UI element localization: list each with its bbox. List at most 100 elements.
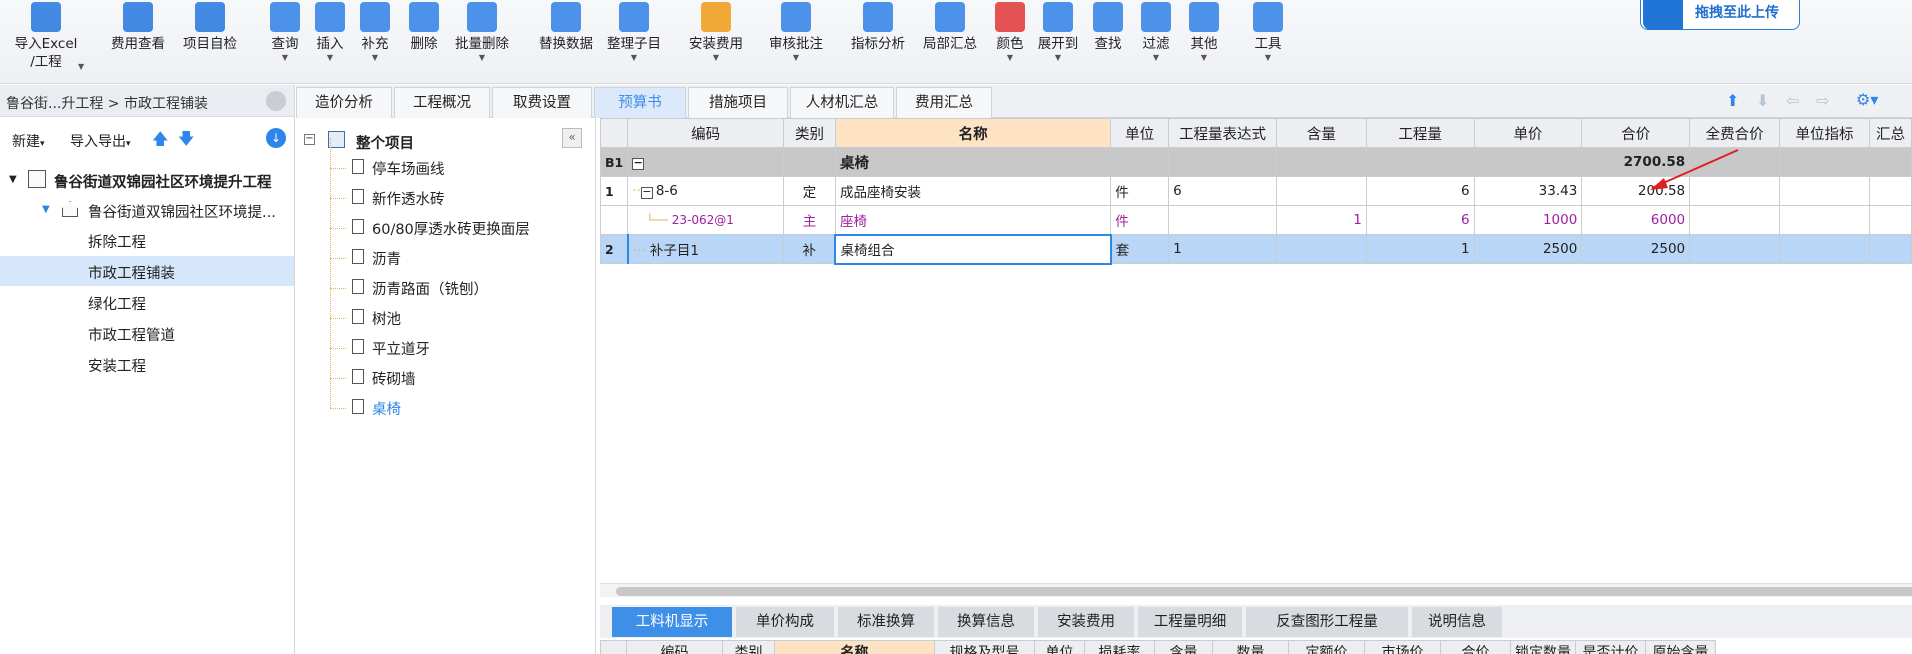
toolbar-organize-button[interactable]: 整理子目 ▼ xyxy=(594,0,674,84)
tab-2[interactable]: 取费设置 xyxy=(492,87,592,118)
cell-price[interactable]: 1000 xyxy=(1473,205,1583,235)
toolbar-tool-button[interactable]: 工具 ▼ xyxy=(1228,0,1308,84)
column-header[interactable]: 单位 xyxy=(1110,118,1170,148)
cell-summary[interactable] xyxy=(1868,234,1912,264)
row-number-cell[interactable]: B1 xyxy=(599,147,629,177)
cell-unit[interactable]: 套 xyxy=(1110,234,1170,264)
cell-unit-index[interactable] xyxy=(1779,176,1870,206)
project-tree-root[interactable]: ▼ 鲁谷街道双锦园社区环境提升工程 xyxy=(0,165,294,195)
collapse-panel-icon[interactable]: « xyxy=(562,128,582,148)
column-header[interactable]: 是否计价 xyxy=(1575,640,1646,654)
column-header[interactable]: 汇总 xyxy=(1868,118,1912,148)
section-item[interactable]: 沥青路面（铣刨） xyxy=(352,276,592,300)
section-item[interactable]: 停车场画线 xyxy=(352,156,592,180)
section-item[interactable]: 60/80厚透水砖更换面层 xyxy=(352,216,592,240)
cell-name[interactable]: 成品座椅安装 xyxy=(834,176,1112,206)
cell-name[interactable]: 座椅 xyxy=(834,205,1112,235)
column-header[interactable] xyxy=(599,118,629,148)
table-row[interactable]: 2 ··· 补子目1 补 桌椅组合 套 1 1 2500 2500 xyxy=(599,233,1912,265)
section-item[interactable]: 沥青 xyxy=(352,246,592,270)
cell-unit[interactable]: 件 xyxy=(1110,176,1170,206)
cell-qty[interactable]: 1 xyxy=(1365,234,1475,264)
section-item[interactable]: 新作透水砖 xyxy=(352,186,592,210)
cell-expr[interactable]: 6 xyxy=(1168,176,1278,206)
column-header[interactable]: 含量 xyxy=(1276,118,1367,148)
section-item[interactable]: 树池 xyxy=(352,306,592,330)
tab-4[interactable]: 措施项目 xyxy=(688,87,788,118)
expand-caret-icon[interactable]: ▼ xyxy=(42,204,50,215)
section-item[interactable]: 桌椅 xyxy=(352,396,592,420)
row-number-cell[interactable]: 2 xyxy=(599,234,629,264)
cell-content[interactable] xyxy=(1276,147,1367,177)
column-header[interactable]: 单位 xyxy=(1034,640,1085,654)
import-export-menu-button[interactable]: 导入导出▾ xyxy=(70,131,131,151)
column-header[interactable]: 单位指标 xyxy=(1779,118,1870,148)
table-row[interactable]: └── 23-062@1 主 座椅 件 1 6 1000 6000 xyxy=(599,205,1912,235)
column-header[interactable]: 类别 xyxy=(783,118,836,148)
nav-arrow-icon[interactable]: ⬆ xyxy=(1726,91,1739,110)
cell-content[interactable]: 1 xyxy=(1276,205,1367,235)
nav-arrow-icon[interactable]: ⬇ xyxy=(1756,91,1769,110)
tab-1[interactable]: 工程概况 xyxy=(394,87,490,118)
settings-gear-icon[interactable]: ⚙▾ xyxy=(1856,90,1878,109)
table-row[interactable]: 1 ··− 8-6 定 成品座椅安装 件 6 6 33.43 200.58 xyxy=(599,176,1912,206)
tree-root-node[interactable]: − 整个项目 xyxy=(304,130,504,154)
column-header[interactable]: 类别 xyxy=(722,640,775,654)
cell-unit[interactable]: 件 xyxy=(1110,205,1170,235)
cell-total[interactable]: 2500 xyxy=(1581,234,1691,264)
toolbar-fee-view-button[interactable]: 费用查看 xyxy=(98,0,178,84)
tab-5[interactable]: 人材机汇总 xyxy=(790,87,894,118)
column-header[interactable]: 全费合价 xyxy=(1689,118,1781,148)
toolbar-batch-delete-button[interactable]: 批量删除 ▼ xyxy=(442,0,522,84)
cell-full-total[interactable] xyxy=(1689,147,1781,177)
bottom-tab-3[interactable]: 换算信息 xyxy=(938,607,1034,637)
toolbar-review-button[interactable]: 审核批注 ▼ xyxy=(756,0,836,84)
cell-summary[interactable] xyxy=(1868,176,1912,206)
new-menu-button[interactable]: 新建▾ xyxy=(12,131,45,151)
toolbar-self-check-button[interactable]: 项目自检 xyxy=(170,0,250,84)
collapse-box-icon[interactable]: − xyxy=(632,157,645,170)
cell-code[interactable]: ··− 8-6 xyxy=(627,176,785,206)
column-header[interactable]: 数量 xyxy=(1212,640,1289,654)
toolbar-install-fee-button[interactable]: 安装费用 ▼ xyxy=(676,0,756,84)
download-icon[interactable]: ↓ xyxy=(266,128,286,148)
cell-name[interactable]: 桌椅组合 xyxy=(834,233,1112,265)
sub-project-node[interactable]: ▼ 鲁谷街道双锦园社区环境提... xyxy=(0,195,294,225)
cell-expr[interactable]: 1 xyxy=(1168,234,1278,264)
cell-code[interactable]: └── 23-062@1 xyxy=(627,205,785,235)
cell-code[interactable]: ··· 补子目1 xyxy=(626,234,785,264)
column-header[interactable]: 合价 xyxy=(1440,640,1511,654)
cell-total[interactable]: 200.58 xyxy=(1581,176,1691,206)
column-header[interactable]: 规格及型号 xyxy=(934,640,1035,654)
scrollbar-thumb[interactable] xyxy=(616,587,1912,596)
tab-6[interactable]: 费用汇总 xyxy=(896,87,992,118)
cell-content[interactable] xyxy=(1276,176,1367,206)
tab-3[interactable]: 预算书 xyxy=(594,87,686,118)
cell-expr[interactable] xyxy=(1168,147,1278,177)
bottom-tab-4[interactable]: 安装费用 xyxy=(1038,607,1134,637)
cell-summary[interactable] xyxy=(1868,205,1912,235)
cell-total[interactable]: 6000 xyxy=(1581,205,1691,235)
column-header[interactable]: 合价 xyxy=(1581,118,1691,148)
collapse-box-icon[interactable]: − xyxy=(640,186,653,199)
unit-project-item[interactable]: 绿化工程 xyxy=(0,287,294,317)
toolbar-index-analysis-button[interactable]: 指标分析 xyxy=(838,0,918,84)
nav-arrow-icon[interactable]: ⇦ xyxy=(1786,91,1799,110)
unit-project-item[interactable]: 市政工程管道 xyxy=(0,318,294,348)
column-header[interactable]: 含量 xyxy=(1154,640,1213,654)
move-up-arrow-icon[interactable]: 🡅 xyxy=(152,128,168,155)
cell-unit-index[interactable] xyxy=(1779,234,1870,264)
toolbar-excel-import-button[interactable]: 导入Excel/工程 ▼ xyxy=(6,0,86,84)
unit-project-item[interactable]: 安装工程 xyxy=(0,349,294,379)
cell-name[interactable]: 桌椅 xyxy=(834,147,1112,177)
section-item[interactable]: 平立道牙 xyxy=(352,336,592,360)
horizontal-scrollbar[interactable] xyxy=(600,583,1912,597)
cell-type[interactable]: 定 xyxy=(783,176,836,206)
expand-caret-icon[interactable]: ▼ xyxy=(9,174,17,185)
collapse-up-icon[interactable] xyxy=(266,91,286,111)
row-number-cell[interactable] xyxy=(599,205,629,235)
section-item[interactable]: 砖砌墙 xyxy=(352,366,592,390)
column-header[interactable]: 市场价 xyxy=(1364,640,1441,654)
column-header[interactable]: 定额价 xyxy=(1288,640,1365,654)
cell-qty[interactable]: 6 xyxy=(1365,176,1475,206)
